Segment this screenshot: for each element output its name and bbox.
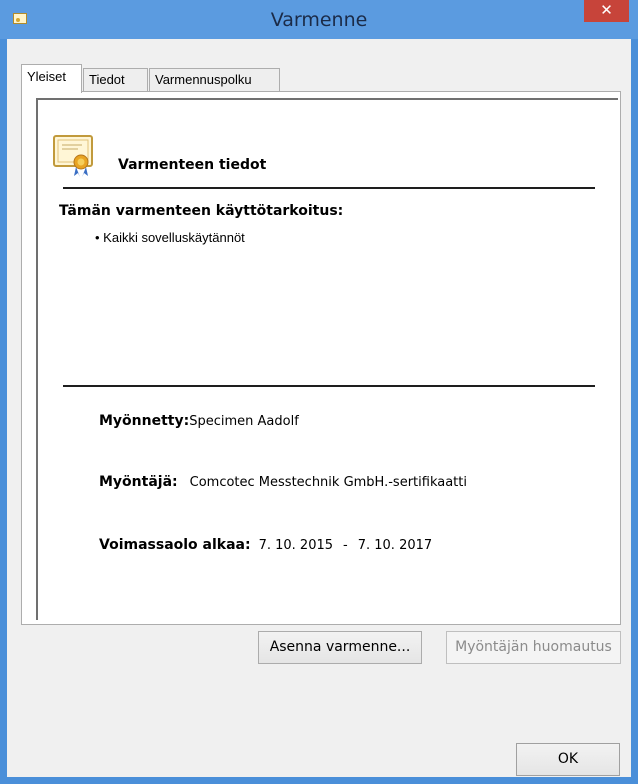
issued-by-value: Comcotec Messtechnik GmbH.-sertifikaatti [189, 475, 467, 490]
certificate-icon [53, 135, 93, 177]
middle-divider [63, 385, 595, 387]
validity-label: Voimassaolo alkaa: [99, 537, 251, 553]
valid-to-value: 7. 10. 2017 [357, 538, 433, 553]
validity-row: Voimassaolo alkaa: 7. 10. 2015-7. 10. 201… [99, 534, 432, 553]
issued-by-label: Myöntäjä: [99, 474, 178, 490]
general-tab-panel: Varmenteen tiedot Tämän varmenteen käytt… [21, 91, 621, 625]
title-bar[interactable]: Varmenne ✕ [0, 0, 638, 39]
validity-separator: - [343, 538, 348, 553]
dialog-client-area: Yleiset Tiedot Varmennuspolku Varmenteen… [7, 39, 631, 777]
issued-to-value: Specimen Aadolf [189, 414, 299, 429]
certificate-info-heading: Varmenteen tiedot [118, 157, 267, 173]
certificate-dialog-window: Varmenne ✕ Yleiset Tiedot Varmennuspolku [0, 0, 638, 784]
issuer-statement-button[interactable]: Myöntäjän huomautus [446, 631, 621, 664]
issued-by-row: Myöntäjä: Comcotec Messtechnik GmbH.-sert… [99, 471, 467, 490]
issued-to-label: Myönnetty: [99, 413, 190, 429]
purpose-list-item: • Kaikki sovelluskäytännöt [95, 230, 245, 245]
window-title: Varmenne [270, 9, 368, 31]
tab-general[interactable]: Yleiset [21, 64, 82, 93]
top-divider [63, 187, 595, 189]
install-certificate-button[interactable]: Asenna varmenne... [258, 631, 422, 664]
ok-button[interactable]: OK [516, 743, 620, 776]
certificate-info-frame: Varmenteen tiedot Tämän varmenteen käytt… [36, 98, 618, 620]
tab-details[interactable]: Tiedot [83, 68, 148, 92]
close-button[interactable]: ✕ [584, 0, 629, 22]
valid-from-value: 7. 10. 2015 [258, 538, 334, 553]
issued-to-row: Myönnetty:Specimen Aadolf [99, 410, 299, 429]
tab-certification-path[interactable]: Varmennuspolku [149, 68, 280, 92]
purpose-title: Tämän varmenteen käyttötarkoitus: [59, 203, 344, 219]
